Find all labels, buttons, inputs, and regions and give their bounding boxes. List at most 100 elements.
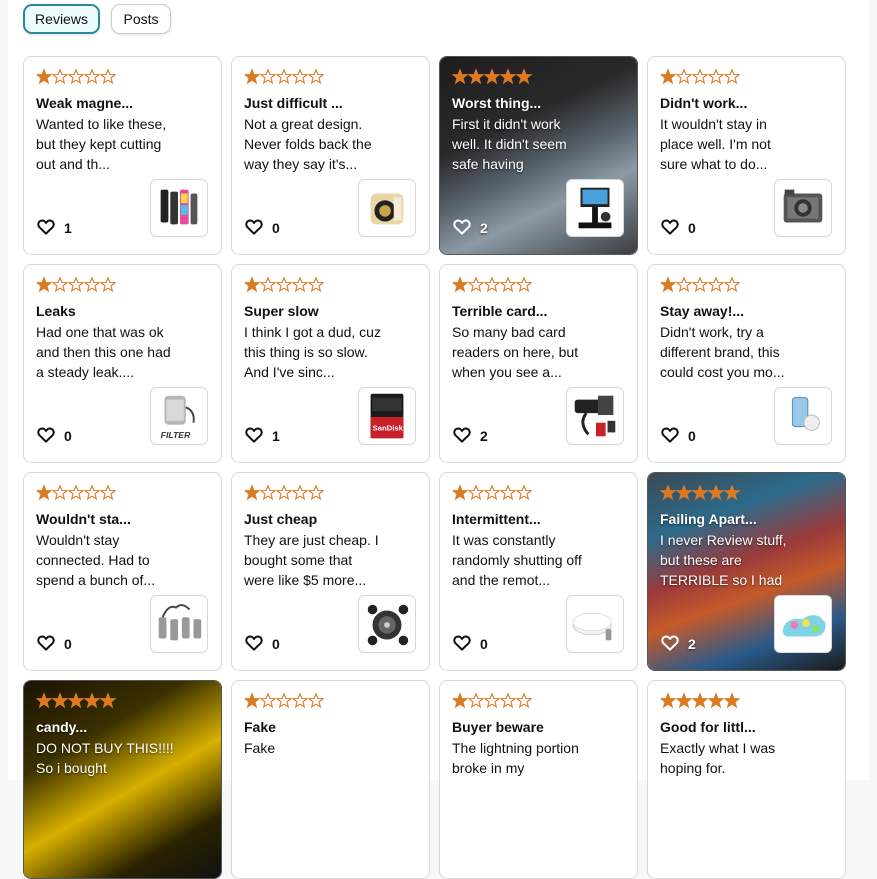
heart-outline-icon[interactable] xyxy=(661,219,679,235)
review-text: It wouldn't stay in place well. I'm not … xyxy=(660,116,771,172)
review-text: Didn't work, try a different brand, this… xyxy=(660,324,785,380)
review-card[interactable]: Wouldn't sta... Wouldn't stay connected. … xyxy=(23,472,222,671)
review-text: The lightning portion broke in my xyxy=(452,740,579,776)
review-card[interactable]: Weak magne... Wanted to like these, but t… xyxy=(23,56,222,255)
like-count: 0 xyxy=(64,636,72,652)
star-rating xyxy=(36,69,118,85)
tab-posts[interactable]: Posts xyxy=(111,4,171,34)
star-icon xyxy=(51,69,69,85)
heart-outline-icon[interactable] xyxy=(37,635,55,651)
review-card[interactable]: Just difficult ... Not a great design. Ne… xyxy=(231,56,430,255)
review-title: Didn't work... xyxy=(660,95,748,111)
like-count: 0 xyxy=(272,220,280,236)
review-card[interactable]: Just cheap They are just cheap. I bought … xyxy=(231,472,430,671)
like-count: 0 xyxy=(688,220,696,236)
review-card[interactable]: Terrible card... So many bad card readers… xyxy=(439,264,638,463)
product-thumbnail[interactable] xyxy=(358,179,416,237)
heart-outline-icon[interactable] xyxy=(453,427,471,443)
star-icon xyxy=(51,485,69,501)
star-rating xyxy=(36,693,118,709)
review-title: Super slow xyxy=(244,303,319,319)
like-count: 1 xyxy=(64,220,72,236)
star-rating xyxy=(244,693,326,709)
heart-outline-icon[interactable] xyxy=(245,635,263,651)
review-title: Intermittent... xyxy=(452,511,541,527)
star-icon xyxy=(99,693,117,709)
like-count: 2 xyxy=(480,428,488,444)
star-icon xyxy=(307,485,325,501)
star-icon xyxy=(83,69,101,85)
heart-outline-icon[interactable] xyxy=(37,219,55,235)
star-rating xyxy=(36,485,118,501)
star-icon xyxy=(660,485,677,501)
star-icon xyxy=(291,69,309,85)
star-icon xyxy=(691,69,709,85)
star-icon xyxy=(307,693,325,709)
star-icon xyxy=(707,485,725,501)
product-thumbnail[interactable] xyxy=(774,179,832,237)
star-icon xyxy=(36,69,53,85)
product-thumbnail[interactable] xyxy=(358,595,416,653)
star-icon xyxy=(36,485,53,501)
heart-outline-icon[interactable] xyxy=(37,427,55,443)
product-thumbnail[interactable] xyxy=(566,595,624,653)
star-icon xyxy=(691,277,709,293)
heart-outline-icon[interactable] xyxy=(661,635,679,651)
product-thumbnail[interactable] xyxy=(774,387,832,445)
star-icon xyxy=(452,693,469,709)
product-thumbnail[interactable]: SanDisk xyxy=(358,387,416,445)
star-rating xyxy=(244,277,326,293)
star-rating xyxy=(244,485,326,501)
star-icon xyxy=(259,693,277,709)
star-icon xyxy=(452,277,469,293)
star-icon xyxy=(707,69,725,85)
heart-outline-icon[interactable] xyxy=(453,635,471,651)
review-card[interactable]: Intermittent... It was constantly randoml… xyxy=(439,472,638,671)
like-count: 2 xyxy=(688,636,696,652)
star-icon xyxy=(483,277,501,293)
star-rating xyxy=(452,69,534,85)
product-thumbnail[interactable]: FILTER xyxy=(150,387,208,445)
star-icon xyxy=(67,69,85,85)
star-icon xyxy=(452,485,469,501)
star-icon xyxy=(99,277,117,293)
product-thumbnail[interactable] xyxy=(774,595,832,653)
star-icon xyxy=(275,693,293,709)
review-card[interactable]: Leaks Had one that was ok and then this o… xyxy=(23,264,222,463)
star-icon xyxy=(83,693,101,709)
heart-outline-icon[interactable] xyxy=(245,427,263,443)
star-icon xyxy=(275,277,293,293)
review-card[interactable]: Didn't work... It wouldn't stay in place … xyxy=(647,56,846,255)
product-thumbnail[interactable] xyxy=(566,179,624,237)
heart-outline-icon[interactable] xyxy=(453,219,471,235)
review-title: Weak magne... xyxy=(36,95,134,111)
review-title: Worst thing... xyxy=(452,95,542,111)
review-text: Wanted to like these, but they kept cutt… xyxy=(36,116,167,172)
star-icon xyxy=(483,693,501,709)
heart-outline-icon[interactable] xyxy=(245,219,263,235)
tab-reviews[interactable]: Reviews xyxy=(23,4,100,34)
like-count: 1 xyxy=(272,428,280,444)
review-title: Good for littl... xyxy=(660,719,756,735)
star-rating xyxy=(660,485,742,501)
review-card[interactable]: Failing Apart... I never Review stuff, bu… xyxy=(647,472,846,671)
review-card[interactable]: Worst thing... First it didn't work well.… xyxy=(439,56,638,255)
star-icon xyxy=(51,693,69,709)
product-thumbnail[interactable] xyxy=(150,595,208,653)
star-icon xyxy=(483,69,501,85)
star-icon xyxy=(499,485,517,501)
star-icon xyxy=(36,693,53,709)
star-icon xyxy=(483,485,501,501)
star-rating xyxy=(452,277,534,293)
star-rating xyxy=(244,69,326,85)
star-icon xyxy=(675,277,693,293)
review-card[interactable]: Super slow I think I got a dud, cuz this … xyxy=(231,264,430,463)
star-icon xyxy=(515,69,533,85)
review-card[interactable]: Stay away!... Didn't work, try a differen… xyxy=(647,264,846,463)
product-thumbnail[interactable] xyxy=(150,179,208,237)
star-icon xyxy=(467,693,485,709)
star-icon xyxy=(452,69,469,85)
product-thumbnail[interactable] xyxy=(566,387,624,445)
review-text: DO NOT BUY THIS!!!! So i bought xyxy=(36,740,174,776)
heart-outline-icon[interactable] xyxy=(661,427,679,443)
